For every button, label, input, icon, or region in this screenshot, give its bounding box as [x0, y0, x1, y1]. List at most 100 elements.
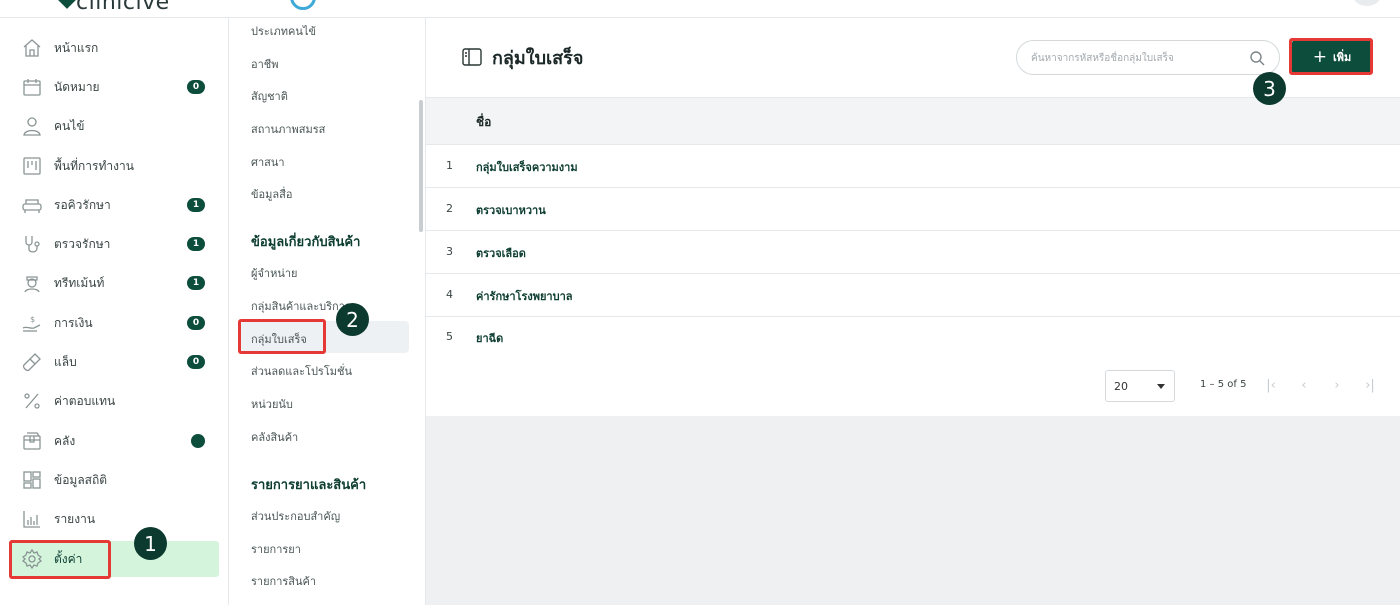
sidebar-item-patients[interactable]: คนไข้: [10, 108, 219, 144]
table-row[interactable]: 1 กลุ่มใบเสร็จความงาม: [426, 145, 1400, 188]
row-number: 1: [446, 159, 453, 172]
row-name[interactable]: กลุ่มใบเสร็จความงาม: [476, 158, 578, 176]
dashboard-icon: [23, 471, 41, 489]
main-content: กลุ่มใบเสร็จ + เพิ่ม ชื่อ 1 กลุ่มใบเสร็จ…: [426, 18, 1400, 605]
sidebar: หน้าแรก นัดหมาย 0 คนไข้ พื้นที่การทำงาน …: [0, 18, 229, 605]
sidebar-item-home[interactable]: หน้าแรก: [10, 30, 219, 66]
status-ring-icon[interactable]: [290, 0, 316, 10]
search-box[interactable]: [1016, 40, 1280, 75]
submenu-item-media[interactable]: ข้อมูลสื่อ: [251, 185, 292, 203]
calendar-icon: [23, 79, 41, 96]
table-row[interactable]: 4 ค่ารักษาโรงพยาบาล: [426, 274, 1400, 317]
bar-chart-icon: [23, 511, 40, 528]
step-marker-1: 1: [134, 527, 167, 560]
submenu-item-ingredient[interactable]: ส่วนประกอบสำคัญ: [251, 507, 340, 525]
logo-mark: [57, 0, 77, 9]
row-number: 3: [446, 245, 453, 258]
sidebar-item-label: หน้าแรก: [54, 40, 99, 55]
money-hand-icon: $: [22, 315, 41, 332]
submenu-item-product-group[interactable]: กลุ่มสินค้าและบริการ: [251, 297, 351, 315]
sofa-icon: [22, 199, 42, 213]
count-badge: 1: [187, 276, 205, 290]
settings-submenu: ประเภทคนไข้ อาชีพ สัญชาติ สถานภาพสมรส ศา…: [229, 18, 426, 605]
table-row[interactable]: 5 ยาฉีด: [426, 316, 1400, 359]
sidebar-item-treatment[interactable]: ทรีทเม้นท์ 1: [10, 265, 219, 301]
board-icon: [23, 157, 41, 175]
next-page-icon[interactable]: ›: [1328, 376, 1346, 394]
sidebar-item-label: นัดหมาย: [54, 79, 100, 94]
sidebar-item-compensation[interactable]: ค่าตอบแทน: [10, 383, 219, 419]
sidebar-item-label: ตรวจรักษา: [54, 236, 111, 251]
sidebar-item-label: การเงิน: [54, 315, 93, 330]
submenu-item-religion[interactable]: ศาสนา: [251, 153, 285, 171]
submenu-section-drug: รายการยาและสินค้า: [251, 478, 367, 493]
table-header: ชื่อ: [426, 97, 1400, 145]
percent-icon: [24, 393, 40, 409]
submenu-item-unit[interactable]: หน่วยนับ: [251, 395, 293, 413]
page-size-select[interactable]: 20: [1105, 370, 1175, 402]
sidebar-item-workspace[interactable]: พื้นที่การทำงาน: [10, 148, 219, 184]
row-name[interactable]: ค่ารักษาโรงพยาบาล: [476, 287, 573, 305]
svg-text:$: $: [30, 315, 35, 324]
sidebar-item-appointments[interactable]: นัดหมาย 0: [10, 69, 219, 105]
highlight-settings: [9, 540, 111, 579]
app-logo[interactable]: clinicive: [76, 0, 170, 15]
caret-down-icon: [1157, 384, 1165, 389]
panel-icon: [462, 48, 482, 66]
user-avatar[interactable]: [1352, 0, 1382, 6]
sidebar-item-reports[interactable]: รายงาน: [10, 501, 219, 537]
sidebar-item-label: รายงาน: [54, 511, 96, 526]
submenu-item-occupation[interactable]: อาชีพ: [251, 55, 279, 73]
first-page-icon[interactable]: |‹: [1262, 376, 1280, 394]
test-tube-icon: [22, 353, 41, 372]
sidebar-item-finance[interactable]: $ การเงิน 0: [10, 305, 219, 341]
row-number: 5: [446, 330, 453, 343]
submenu-item-discount[interactable]: ส่วนลดและโปรโมชั่น: [251, 362, 352, 380]
count-badge: 1: [187, 237, 205, 251]
sidebar-item-label: ข้อมูลสถิติ: [54, 472, 108, 487]
submenu-item-nationality[interactable]: สัญชาติ: [251, 87, 288, 105]
sidebar-item-lab[interactable]: แล็บ 0: [10, 344, 219, 380]
row-name[interactable]: ตรวจเบาหวาน: [476, 201, 546, 219]
row-number: 2: [446, 202, 453, 215]
row-name[interactable]: ยาฉีด: [476, 329, 503, 347]
submenu-item-product-list[interactable]: รายการสินค้า: [251, 572, 316, 590]
table-row[interactable]: 2 ตรวจเบาหวาน: [426, 188, 1400, 231]
search-input[interactable]: [1031, 49, 1241, 67]
sidebar-item-examination[interactable]: ตรวจรักษา 1: [10, 226, 219, 262]
sidebar-item-label: ทรีทเม้นท์: [54, 275, 105, 290]
submenu-item-supplier[interactable]: ผู้จำหน่าย: [251, 264, 297, 282]
home-icon: [23, 39, 41, 57]
table-row[interactable]: 3 ตรวจเลือด: [426, 231, 1400, 274]
count-badge: 0: [187, 80, 205, 94]
step-marker-3: 3: [1253, 72, 1286, 105]
submenu-item-drug-list[interactable]: รายการยา: [251, 540, 301, 558]
submenu-scrollbar[interactable]: [419, 100, 423, 232]
submenu-item-marital-status[interactable]: สถานภาพสมรส: [251, 120, 325, 138]
count-badge: 0: [187, 355, 205, 369]
sidebar-item-inventory[interactable]: คลัง: [10, 423, 219, 459]
row-name[interactable]: ตรวจเลือด: [476, 244, 526, 262]
page-size-value: 20: [1114, 380, 1128, 393]
page-title: กลุ่มใบเสร็จ: [492, 48, 584, 69]
sidebar-item-label: คลัง: [54, 433, 76, 448]
stethoscope-icon: [25, 236, 40, 253]
status-dot: [191, 434, 205, 448]
submenu-item-warehouse[interactable]: คลังสินค้า: [251, 428, 298, 446]
sidebar-item-label: ค่าตอบแทน: [54, 393, 116, 408]
highlight-receipt-group: [238, 319, 326, 354]
search-icon[interactable]: [1249, 50, 1265, 66]
page-range: 1 – 5 of 5: [1200, 379, 1247, 390]
submenu-item-patient-type[interactable]: ประเภทคนไข้: [251, 22, 316, 40]
sidebar-item-label: รอคิวรักษา: [54, 197, 111, 212]
sidebar-item-queue[interactable]: รอคิวรักษา 1: [10, 187, 219, 223]
prev-page-icon[interactable]: ‹: [1295, 376, 1313, 394]
last-page-icon[interactable]: ›|: [1361, 376, 1379, 394]
count-badge: 1: [187, 198, 205, 212]
column-header-name[interactable]: ชื่อ: [476, 113, 491, 132]
step-marker-2: 2: [336, 303, 369, 336]
pagination: 20 1 – 5 of 5 |‹ ‹ › ›|: [426, 368, 1400, 402]
highlight-add-button: [1289, 38, 1373, 75]
box-icon: [23, 432, 41, 450]
sidebar-item-statistics[interactable]: ข้อมูลสถิติ: [10, 462, 219, 498]
